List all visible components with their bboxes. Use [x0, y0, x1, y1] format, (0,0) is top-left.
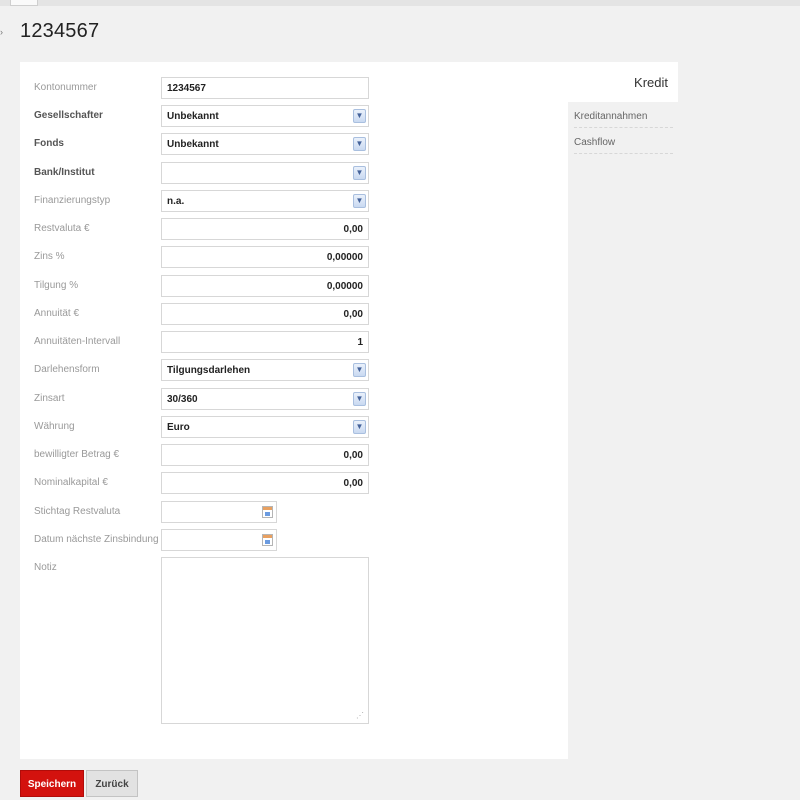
form-panel: Kontonummer 1234567 Gesellschafter Unbek… — [20, 62, 568, 759]
field-label: Nominalkapital € — [34, 477, 108, 488]
chevron-down-icon[interactable]: ▼ — [353, 109, 366, 123]
kontonummer-input[interactable]: 1234567 — [161, 77, 369, 99]
field-label: Währung — [34, 421, 75, 432]
field-label: Tilgung % — [34, 280, 79, 291]
chevron-down-icon[interactable]: ▼ — [353, 194, 366, 208]
zins-input[interactable]: 0,00000 — [161, 246, 369, 268]
field-row-finanzierungstyp: Finanzierungstyp n.a. ▼ — [20, 190, 568, 214]
field-label: Datum nächste Zinsbindung — [34, 534, 159, 545]
field-row-nominalkapital: Nominalkapital € 0,00 — [20, 472, 568, 496]
bank-institut-select[interactable]: ▼ — [161, 162, 369, 184]
field-row-zinsart: Zinsart 30/360 ▼ — [20, 388, 568, 412]
field-row-kontonummer: Kontonummer 1234567 — [20, 77, 568, 101]
field-label: Annuität € — [34, 308, 80, 319]
field-label: Notiz — [34, 562, 57, 573]
notiz-textarea[interactable]: ⋰ — [161, 557, 369, 724]
field-row-annuitaeten-intervall: Annuitäten-Intervall 1 — [20, 331, 568, 355]
field-label: Zins % — [34, 251, 65, 262]
select-value: n.a. — [167, 196, 185, 207]
field-row-zins: Zins % 0,00000 — [20, 246, 568, 270]
field-label: Kontonummer — [34, 82, 97, 93]
gesellschafter-select[interactable]: Unbekannt ▼ — [161, 105, 369, 127]
field-label: Stichtag Restvaluta — [34, 506, 121, 517]
select-value: Unbekannt — [167, 111, 219, 122]
field-row-bewilligter-betrag: bewilligter Betrag € 0,00 — [20, 444, 568, 468]
waehrung-select[interactable]: Euro ▼ — [161, 416, 369, 438]
field-label: Fonds — [34, 138, 64, 149]
field-row-waehrung: Währung Euro ▼ — [20, 416, 568, 440]
chevron-down-icon[interactable]: ▼ — [353, 392, 366, 406]
save-button[interactable]: Speichern — [20, 770, 84, 797]
finanzierungstyp-select[interactable]: n.a. ▼ — [161, 190, 369, 212]
field-row-darlehensform: Darlehensform Tilgungsdarlehen ▼ — [20, 359, 568, 383]
field-row-stichtag-restvaluta: Stichtag Restvaluta — [20, 501, 568, 525]
bewilligter-betrag-input[interactable]: 0,00 — [161, 444, 369, 466]
nominalkapital-input[interactable]: 0,00 — [161, 472, 369, 494]
side-menu: Kreditannahmen Cashflow — [568, 102, 673, 154]
annuitaet-input[interactable]: 0,00 — [161, 303, 369, 325]
chevron-down-icon[interactable]: ▼ — [353, 137, 366, 151]
field-row-tilgung: Tilgung % 0,00000 — [20, 275, 568, 299]
field-label: Gesellschafter — [34, 110, 103, 121]
chevron-down-icon[interactable]: ▼ — [353, 420, 366, 434]
field-label: Annuitäten-Intervall — [34, 336, 121, 347]
field-label: Finanzierungstyp — [34, 195, 111, 206]
field-row-annuitaet: Annuität € 0,00 — [20, 303, 568, 327]
resize-grip-icon[interactable]: ⋰ — [356, 712, 364, 720]
top-strip — [0, 0, 800, 6]
select-value: Euro — [167, 422, 190, 433]
sidebar-toggle-icon[interactable]: › — [0, 27, 5, 37]
select-value: Unbekannt — [167, 139, 219, 150]
stichtag-restvaluta-input[interactable] — [161, 501, 277, 523]
calendar-icon[interactable] — [262, 506, 273, 518]
fonds-select[interactable]: Unbekannt ▼ — [161, 133, 369, 155]
side-menu-item-kreditannahmen[interactable]: Kreditannahmen — [574, 102, 673, 128]
zinsart-select[interactable]: 30/360 ▼ — [161, 388, 369, 410]
tilgung-input[interactable]: 0,00000 — [161, 275, 369, 297]
field-label: bewilligter Betrag € — [34, 449, 120, 460]
field-row-datum-zinsbindung: Datum nächste Zinsbindung — [20, 529, 568, 553]
tab-kredit[interactable]: Kredit — [568, 62, 678, 102]
field-row-gesellschafter: Gesellschafter Unbekannt ▼ — [20, 105, 568, 129]
restvaluta-input[interactable]: 0,00 — [161, 218, 369, 240]
darlehensform-select[interactable]: Tilgungsdarlehen ▼ — [161, 359, 369, 381]
field-label: Bank/Institut — [34, 167, 95, 178]
top-tab-nub[interactable] — [10, 0, 38, 6]
annuitaeten-intervall-input[interactable]: 1 — [161, 331, 369, 353]
back-button[interactable]: Zurück — [86, 770, 138, 797]
tab-bar: Kredit — [568, 62, 678, 102]
side-menu-item-cashflow[interactable]: Cashflow — [574, 128, 673, 154]
chevron-down-icon[interactable]: ▼ — [353, 166, 366, 180]
select-value: 30/360 — [167, 394, 198, 405]
chevron-down-icon[interactable]: ▼ — [353, 363, 366, 377]
field-label: Darlehensform — [34, 364, 100, 375]
field-row-restvaluta: Restvaluta € 0,00 — [20, 218, 568, 242]
calendar-icon[interactable] — [262, 534, 273, 546]
datum-zinsbindung-input[interactable] — [161, 529, 277, 551]
field-label: Restvaluta € — [34, 223, 90, 234]
field-row-bank-institut: Bank/Institut ▼ — [20, 162, 568, 186]
field-label: Zinsart — [34, 393, 65, 404]
select-value: Tilgungsdarlehen — [167, 365, 251, 376]
field-row-fonds: Fonds Unbekannt ▼ — [20, 133, 568, 157]
page-title: 1234567 — [20, 20, 100, 42]
